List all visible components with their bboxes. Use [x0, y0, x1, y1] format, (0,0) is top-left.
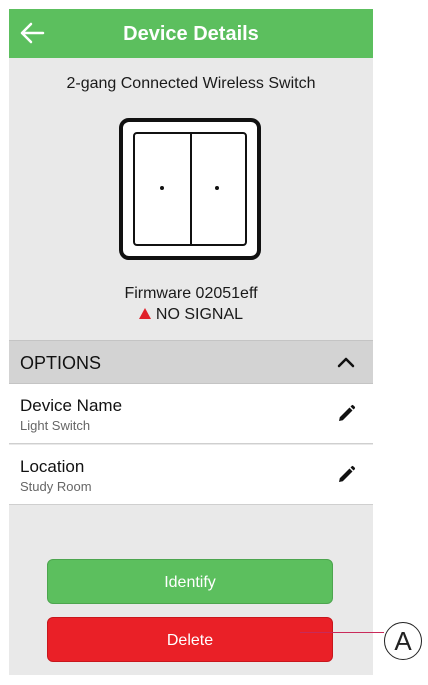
device-name-label: Device Name — [20, 396, 123, 415]
callout-leader-line — [300, 632, 384, 633]
rocker-left — [135, 134, 192, 244]
options-section-header[interactable]: OPTIONS — [9, 340, 373, 384]
callout-marker: A — [384, 622, 422, 660]
delete-button[interactable]: Delete — [47, 617, 333, 662]
location-label: Location — [20, 457, 85, 476]
signal-status-text: NO SIGNAL — [155, 306, 244, 323]
location-row[interactable]: Location Study Room — [9, 445, 373, 505]
options-label: OPTIONS — [20, 353, 102, 373]
device-name-row[interactable]: Device Name Light Switch — [9, 384, 373, 444]
device-name-value: Light Switch — [20, 418, 91, 433]
rocker-right-dot — [215, 186, 219, 190]
rocker-left-dot — [160, 186, 164, 190]
pencil-icon[interactable] — [336, 404, 356, 424]
switch-plate — [133, 132, 247, 246]
firmware-version: Firmware 02051eff — [124, 285, 258, 302]
pencil-icon[interactable] — [336, 465, 356, 485]
signal-status: NO SIGNAL — [9, 306, 373, 324]
switch-illustration — [119, 118, 261, 260]
page-title: Device Details — [123, 23, 259, 45]
device-model-name: 2-gang Connected Wireless Switch — [66, 75, 316, 92]
warning-triangle-icon — [138, 308, 151, 319]
chevron-up-icon[interactable] — [333, 349, 359, 375]
header-bar: Device Details — [9, 9, 373, 58]
device-details-screen: Device Details 2-gang Connected Wireless… — [9, 9, 373, 675]
rocker-right — [190, 134, 245, 244]
location-value: Study Room — [20, 479, 92, 494]
identify-button[interactable]: Identify — [47, 559, 333, 604]
